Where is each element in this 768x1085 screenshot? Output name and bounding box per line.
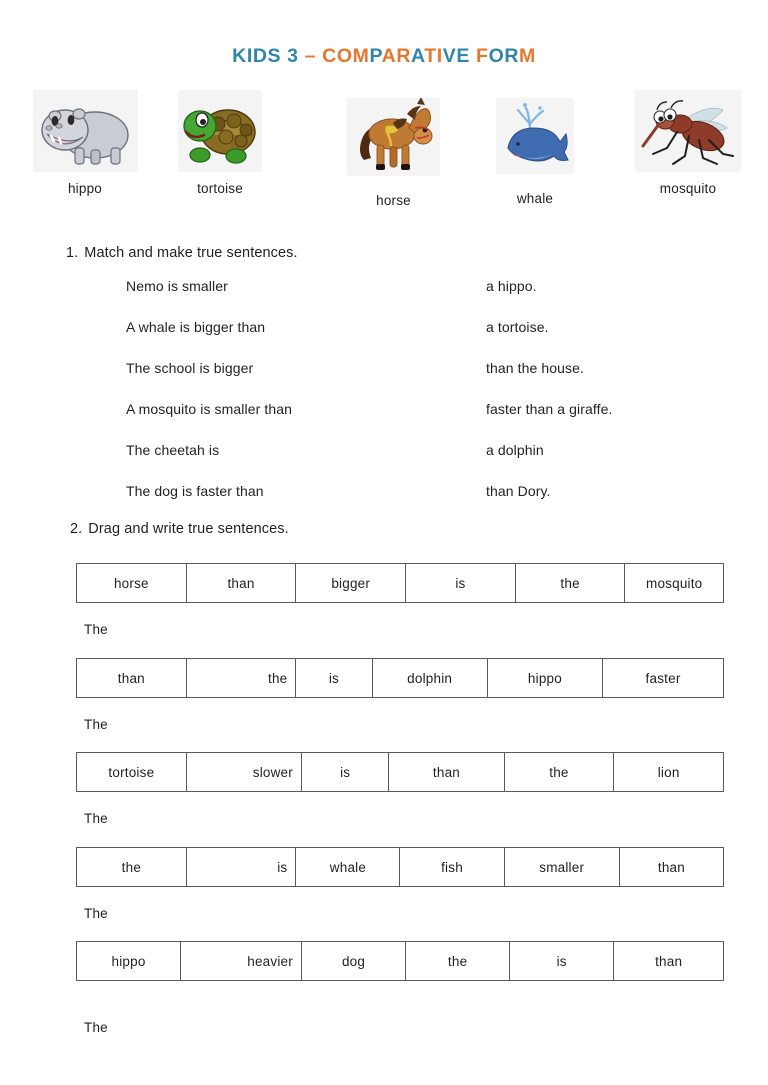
animal-label: tortoise <box>197 181 243 196</box>
page-title: KIDS 3 – COMPARATIVE FORM <box>232 45 536 67</box>
exercise-2-number: 2. <box>70 521 83 537</box>
exercise-1-number: 1. <box>66 245 79 261</box>
match-left-item[interactable]: The school is bigger <box>126 348 292 389</box>
table-row: the is whale fish smaller than <box>76 847 725 887</box>
match-right-item[interactable]: a tortoise. <box>486 307 612 348</box>
animal-card-whale: whale <box>485 98 585 206</box>
animal-label: horse <box>376 193 411 208</box>
word-tile[interactable]: lion <box>613 752 724 792</box>
whale-image <box>496 98 574 174</box>
table-row: than the is dolphin hippo faster <box>76 658 724 698</box>
match-left-column: Nemo is smaller A whale is bigger than T… <box>126 266 292 512</box>
word-tile[interactable]: than <box>618 847 725 887</box>
word-table: the is whale fish smaller than <box>76 847 725 887</box>
answer-line[interactable]: The <box>84 811 108 826</box>
word-tile[interactable]: is <box>509 941 615 981</box>
animal-label: whale <box>516 191 554 206</box>
animal-card-horse: horse <box>336 98 451 208</box>
animal-picture-strip: hippo tortoise horse whale mosquito <box>0 90 768 215</box>
match-right-item[interactable]: a hippo. <box>486 266 612 307</box>
word-tile[interactable]: than <box>185 563 297 603</box>
answer-line[interactable]: The <box>84 1020 108 1035</box>
exercise-2-instruction: Drag and write true sentences. <box>88 521 289 537</box>
word-tile[interactable]: is <box>295 658 373 698</box>
word-tile[interactable]: the <box>76 847 187 887</box>
table-row: horse than bigger is the mosquito <box>76 563 724 603</box>
mosquito-image <box>635 90 741 172</box>
answer-line[interactable]: The <box>84 717 108 732</box>
word-tile[interactable]: horse <box>76 563 187 603</box>
word-tile[interactable]: mosquito <box>624 563 724 603</box>
word-tile[interactable]: than <box>613 941 724 981</box>
match-left-item[interactable]: The cheetah is <box>126 430 292 471</box>
word-tile[interactable]: hippo <box>486 658 604 698</box>
match-left-item[interactable]: A whale is bigger than <box>126 307 292 348</box>
exercise-2-heading: 2. Drag and write true sentences. <box>70 521 289 537</box>
exercise-1-instruction: Match and make true sentences. <box>84 245 298 261</box>
answer-line[interactable]: The <box>84 622 108 637</box>
match-right-item[interactable]: a dolphin <box>486 430 612 471</box>
word-tile[interactable]: than <box>388 752 505 792</box>
word-tile[interactable]: heavier <box>180 941 302 981</box>
match-left-item[interactable]: The dog is faster than <box>126 471 292 512</box>
word-tile[interactable]: slower <box>185 752 302 792</box>
word-table: hippo heavier dog the is than <box>75 941 724 981</box>
word-tile[interactable]: dolphin <box>371 658 488 698</box>
table-row: tortoise slower is than the lion <box>76 752 724 792</box>
word-table: horse than bigger is the mosquito <box>76 563 724 603</box>
animal-card-tortoise: tortoise <box>165 90 275 196</box>
word-tile[interactable]: the <box>503 752 615 792</box>
word-tile[interactable]: the <box>514 563 626 603</box>
word-tile[interactable]: tortoise <box>76 752 187 792</box>
word-tile[interactable]: is <box>300 752 390 792</box>
word-tile[interactable]: bigger <box>295 563 407 603</box>
word-tile[interactable]: dog <box>300 941 407 981</box>
animal-label: mosquito <box>659 181 717 196</box>
word-tile[interactable]: is <box>405 563 516 603</box>
word-tile[interactable]: fish <box>399 847 505 887</box>
word-table: than the is dolphin hippo faster <box>76 658 724 698</box>
animal-card-mosquito: mosquito <box>633 90 743 196</box>
word-tile[interactable]: the <box>185 658 297 698</box>
match-left-item[interactable]: A mosquito is smaller than <box>126 389 292 430</box>
animal-label: hippo <box>67 181 103 196</box>
answer-line[interactable]: The <box>84 906 108 921</box>
word-tile[interactable]: faster <box>602 658 724 698</box>
animal-card-hippo: hippo <box>20 90 150 196</box>
match-right-item[interactable]: faster than a giraffe. <box>486 389 612 430</box>
table-row: hippo heavier dog the is than <box>75 941 724 981</box>
word-tile[interactable]: the <box>405 941 511 981</box>
match-right-item[interactable]: than the house. <box>486 348 612 389</box>
word-tile[interactable]: than <box>76 658 187 698</box>
exercise-1-heading: 1. Match and make true sentences. <box>66 245 298 261</box>
tortoise-image <box>178 90 262 172</box>
word-tile[interactable]: is <box>185 847 297 887</box>
hippo-image <box>32 90 138 172</box>
match-left-item[interactable]: Nemo is smaller <box>126 266 292 307</box>
match-right-column: a hippo. a tortoise. than the house. fas… <box>486 266 612 512</box>
word-table: tortoise slower is than the lion <box>76 752 724 792</box>
match-right-item[interactable]: than Dory. <box>486 471 612 512</box>
horse-image <box>347 98 440 176</box>
word-tile[interactable]: hippo <box>75 941 182 981</box>
word-tile[interactable]: whale <box>295 847 401 887</box>
word-tile[interactable]: smaller <box>503 847 620 887</box>
